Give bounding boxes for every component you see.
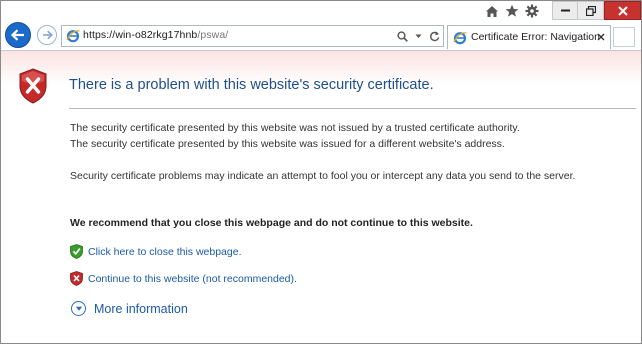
internet-explorer-icon <box>453 32 467 45</box>
close-window-button[interactable] <box>604 1 641 20</box>
address-url[interactable]: https://win-o82rkg17hnb/pswa/ <box>83 29 228 41</box>
minimize-icon <box>560 9 570 12</box>
tab-title: Certificate Error: Navigation... <box>471 31 599 43</box>
search-icon[interactable] <box>395 28 409 44</box>
search-dropdown-icon[interactable] <box>411 28 425 44</box>
shield-error-icon <box>19 68 47 104</box>
more-information-label[interactable]: More information <box>94 302 188 316</box>
url-host: https://win-o82rkg17hnb <box>83 29 198 41</box>
home-icon[interactable] <box>483 3 500 19</box>
continue-website-link-text[interactable]: Continue to this website (not recommende… <box>88 273 297 285</box>
warning-text: Security certificate problems may indica… <box>70 170 576 182</box>
new-tab-button[interactable] <box>613 27 635 47</box>
tab-certificate-error[interactable]: Certificate Error: Navigation... <box>447 25 611 49</box>
address-tools <box>395 28 441 44</box>
restore-button[interactable] <box>578 1 604 20</box>
refresh-icon[interactable] <box>427 28 441 44</box>
certificate-error-page: There is a problem with this website's s… <box>1 50 641 343</box>
address-bar[interactable]: https://win-o82rkg17hnb/pswa/ <box>61 25 444 47</box>
back-arrow-icon <box>11 29 24 41</box>
internet-explorer-icon <box>66 30 80 43</box>
more-information-toggle[interactable]: More information <box>71 301 188 316</box>
shield-x-icon <box>70 271 83 286</box>
forward-arrow-icon <box>42 30 53 40</box>
url-path: /pswa/ <box>197 29 229 41</box>
continue-website-link[interactable]: Continue to this website (not recommende… <box>70 271 297 286</box>
close-webpage-link[interactable]: Click here to close this webpage. <box>70 244 242 259</box>
close-webpage-link-text[interactable]: Click here to close this webpage. <box>88 246 242 258</box>
restore-icon <box>585 5 596 16</box>
recommendation-text: We recommend that you close this webpage… <box>70 217 473 229</box>
favorites-star-icon[interactable] <box>503 3 520 19</box>
navigation-bar: https://win-o82rkg17hnb/pswa/ Certificat… <box>1 21 641 50</box>
forward-button[interactable] <box>37 25 57 45</box>
tab-close-icon[interactable] <box>596 31 606 43</box>
back-button[interactable] <box>5 22 31 48</box>
minimize-button[interactable] <box>552 1 578 20</box>
expand-chevron-icon <box>71 301 86 316</box>
close-icon <box>617 5 628 16</box>
shield-check-icon <box>70 244 83 259</box>
command-icons <box>483 3 540 19</box>
address-mismatch-text: The security certificate presented by th… <box>70 138 505 150</box>
title-bar <box>1 1 641 21</box>
page-title: There is a problem with this website's s… <box>69 77 434 93</box>
title-divider <box>69 108 636 109</box>
untrusted-authority-text: The security certificate presented by th… <box>70 122 520 134</box>
settings-gear-icon[interactable] <box>523 3 540 19</box>
